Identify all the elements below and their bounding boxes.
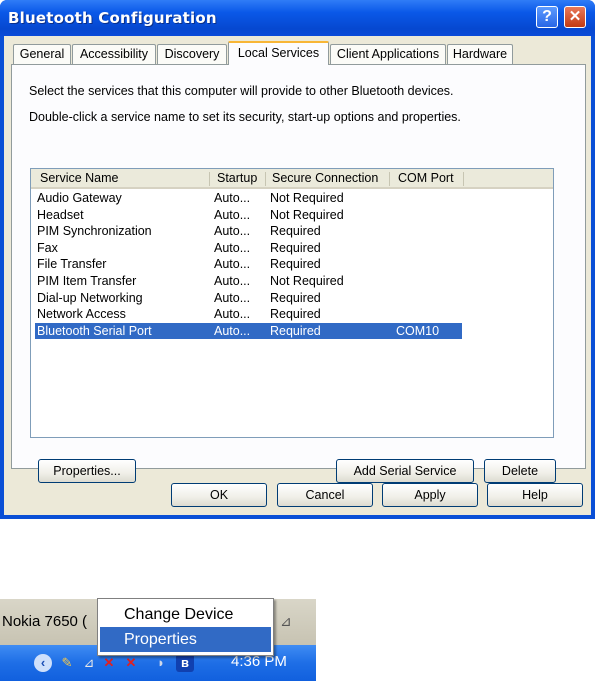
service-name: PIM Synchronization	[37, 224, 152, 239]
service-secure-connection: Not Required	[270, 191, 344, 205]
table-row[interactable]: File Transfer Auto... Required	[31, 256, 553, 273]
service-secure-connection: Required	[270, 224, 321, 239]
service-startup: Auto...	[214, 224, 251, 239]
service-secure-connection: Required	[270, 323, 321, 338]
service-startup: Auto...	[214, 290, 251, 305]
title-close-button[interactable]: ✕	[564, 6, 586, 28]
service-name: Fax	[37, 240, 58, 255]
column-header-com-port[interactable]: COM Port	[398, 171, 454, 185]
service-name: File Transfer	[37, 257, 107, 272]
dialog-client-area: General Accessibility Discovery Local Se…	[4, 36, 591, 515]
description-line-1: Select the services that this computer w…	[29, 84, 454, 98]
service-secure-connection: Required	[270, 307, 321, 322]
service-com-port: COM10	[396, 323, 440, 338]
table-row[interactable]: PIM Synchronization Auto... Required	[31, 223, 553, 240]
tools-icon[interactable]: ✎	[58, 654, 76, 672]
service-name: Audio Gateway	[37, 191, 122, 205]
services-rows: Audio Gateway Auto... Not Required Heads…	[31, 190, 553, 340]
delete-button[interactable]: Delete	[484, 459, 556, 483]
network-connection-icon[interactable]: ⊿	[80, 654, 98, 672]
add-serial-service-button[interactable]: Add Serial Service	[336, 459, 474, 483]
service-secure-connection: Required	[270, 240, 321, 255]
table-row-selected[interactable]: Bluetooth Serial Port Auto... Required C…	[35, 322, 462, 340]
menu-item-properties[interactable]: Properties	[100, 627, 271, 652]
services-list-header: Service Name Startup Secure Connection C…	[31, 169, 553, 189]
service-secure-connection: Required	[270, 257, 321, 272]
ok-button[interactable]: OK	[171, 483, 267, 507]
bluetooth-icon[interactable]: ʙ	[176, 654, 194, 672]
table-row[interactable]: PIM Item Transfer Auto... Not Required	[31, 273, 553, 290]
table-row[interactable]: Dial-up Networking Auto... Required	[31, 290, 553, 307]
tab-accessibility[interactable]: Accessibility	[72, 44, 156, 64]
network-icon: ⊿	[280, 613, 292, 629]
taskbar-button-label: Nokia 7650 (	[2, 613, 88, 630]
local-services-panel: Select the services that this computer w…	[11, 64, 586, 483]
service-startup: Auto...	[214, 307, 251, 322]
service-startup: Auto...	[214, 323, 251, 338]
title-help-button[interactable]: ?	[536, 6, 558, 28]
bluetooth-configuration-window: Bluetooth Configuration ? ✕ General Acce…	[0, 0, 595, 519]
menu-item-change-device[interactable]: Change Device	[100, 602, 271, 627]
table-row[interactable]: Headset Auto... Not Required	[31, 207, 553, 224]
properties-button[interactable]: Properties...	[38, 459, 136, 483]
help-button[interactable]: Help	[487, 483, 583, 507]
service-name: Bluetooth Serial Port	[37, 323, 152, 338]
cancel-button[interactable]: Cancel	[277, 483, 373, 507]
table-row[interactable]: Network Access Auto... Required	[31, 306, 553, 323]
service-secure-connection: Not Required	[270, 273, 344, 288]
table-row[interactable]: Audio Gateway Auto... Not Required	[31, 190, 553, 207]
service-startup: Auto...	[214, 207, 251, 222]
title-bar[interactable]: Bluetooth Configuration ? ✕	[0, 0, 595, 36]
window-title: Bluetooth Configuration	[8, 9, 217, 27]
tray-context-menu: Change Device Properties	[97, 598, 274, 656]
service-secure-connection: Required	[270, 290, 321, 305]
tab-discovery[interactable]: Discovery	[157, 44, 227, 64]
disconnected-network-icon[interactable]: ✕	[122, 654, 140, 672]
table-row[interactable]: Fax Auto... Required	[31, 240, 553, 257]
services-list[interactable]: Service Name Startup Secure Connection C…	[30, 168, 554, 438]
service-name: Network Access	[37, 307, 126, 322]
show-hidden-icons-icon[interactable]: ‹	[34, 654, 52, 672]
column-header-secure-connection[interactable]: Secure Connection	[272, 171, 378, 185]
apply-button[interactable]: Apply	[382, 483, 478, 507]
description-line-2: Double-click a service name to set its s…	[29, 110, 461, 124]
service-startup: Auto...	[214, 191, 251, 205]
tab-hardware[interactable]: Hardware	[447, 44, 513, 64]
service-secure-connection: Not Required	[270, 207, 344, 222]
service-name: Headset	[37, 207, 84, 222]
tab-client-applications[interactable]: Client Applications	[330, 44, 446, 64]
column-header-startup[interactable]: Startup	[217, 171, 257, 185]
tab-local-services[interactable]: Local Services	[228, 41, 329, 65]
disconnected-network-icon[interactable]: ✕	[100, 654, 118, 672]
service-startup: Auto...	[214, 240, 251, 255]
tab-general[interactable]: General	[13, 44, 71, 64]
column-header-service-name[interactable]: Service Name	[40, 171, 119, 185]
service-startup: Auto...	[214, 257, 251, 272]
service-name: Dial-up Networking	[37, 290, 143, 305]
service-startup: Auto...	[214, 273, 251, 288]
volume-icon[interactable]: ◗	[152, 654, 170, 672]
service-name: PIM Item Transfer	[37, 273, 137, 288]
